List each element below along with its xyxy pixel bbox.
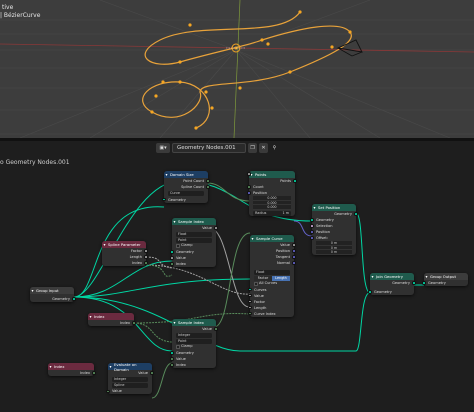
sample-curve-mode-toggle[interactable]: Factor Length: [254, 275, 290, 281]
socket-sample-2-index[interactable]: Index: [170, 362, 216, 368]
node-editor[interactable]: Domain Size Point Count Spline Count Cur…: [0, 141, 474, 412]
node-set-position-title: Set Position: [312, 204, 356, 211]
node-tree-name-field[interactable]: Geometry Nodes.001: [172, 142, 246, 153]
radius-field[interactable]: Radius 1 m: [247, 172, 291, 216]
sample-index-2-domain-dropdown[interactable]: Point: [176, 338, 212, 344]
node-evaluate-on-domain-title: Evaluate on Domain: [108, 362, 152, 372]
socket-position[interactable]: Position: [247, 190, 295, 196]
socket-offset[interactable]: Offset:: [310, 235, 356, 241]
socket-sample-index[interactable]: Index: [170, 261, 216, 267]
node-group-input[interactable]: Group Input Geometry: [30, 287, 76, 302]
socket-join-geometry-in[interactable]: Geometry: [368, 289, 414, 295]
node-group-output[interactable]: Group Output Geometry: [422, 273, 468, 286]
breadcrumb: o Geometry Nodes.001: [0, 159, 70, 166]
socket-curve-index[interactable]: Curve Index: [248, 311, 294, 317]
node-sample-index-2-title: Sample Index: [172, 319, 216, 326]
bezier-curve[interactable]: [142, 11, 352, 129]
domain-size-mode-dropdown[interactable]: Curve: [168, 190, 204, 196]
mode-factor-button[interactable]: Factor: [254, 275, 272, 281]
node-join-geometry-title: Join Geometry: [370, 273, 414, 280]
sample-index-2-type-dropdown[interactable]: Integer: [176, 332, 212, 338]
sample-curve-type-dropdown[interactable]: Float: [254, 269, 290, 275]
socket-evaluate-value-out[interactable]: Value: [108, 370, 154, 376]
node-evaluate-on-domain[interactable]: Evaluate on Domain Value Integer Spline …: [106, 362, 154, 395]
3d-viewport[interactable]: tive | BézierCurve: [0, 0, 474, 138]
node-index-1-title: Index: [88, 313, 134, 320]
evaluate-type-dropdown[interactable]: Integer: [112, 376, 148, 382]
socket-evaluate-value-in[interactable]: Value: [106, 388, 152, 394]
z-axis-line: [233, 0, 241, 138]
node-index-1[interactable]: Index Index: [88, 313, 136, 326]
socket-sample-index-2-value-out[interactable]: Value: [172, 326, 218, 332]
offset-z-field[interactable]: 0 m: [316, 250, 352, 255]
mode-length-button[interactable]: Length: [272, 275, 290, 281]
socket-index-1-out[interactable]: Index: [88, 320, 136, 326]
node-domain-size-title: Domain Size: [164, 171, 208, 178]
viewport-object-label: | BézierCurve: [0, 12, 41, 19]
socket-normal[interactable]: Normal: [250, 260, 296, 266]
node-index-2-title: Index: [48, 363, 94, 370]
node-domain-size[interactable]: Domain Size Point Count Spline Count Cur…: [162, 171, 210, 203]
sample-index-domain-dropdown[interactable]: Point: [176, 237, 212, 243]
socket-join-geometry-out[interactable]: Geometry: [370, 280, 416, 286]
node-points-title: Points: [249, 171, 295, 178]
socket-geometry-in[interactable]: Geometry: [162, 197, 208, 203]
position-z-field[interactable]: 0.000: [253, 205, 291, 210]
node-sample-curve-title: Sample Curve: [250, 235, 294, 242]
close-icon[interactable]: ✕: [259, 142, 268, 153]
copy-icon[interactable]: ❐: [248, 142, 257, 153]
node-index-2[interactable]: Index Index: [48, 363, 96, 376]
viewport-scene[interactable]: [0, 0, 474, 138]
node-editor-icon[interactable]: ▣▾: [156, 142, 170, 153]
blender-window: tive | BézierCurve ▾ Domain Size Point C…: [0, 0, 474, 412]
socket-sample-index-value-out[interactable]: Value: [172, 225, 218, 231]
node-group-input-title: Group Input: [30, 287, 74, 294]
node-sample-index-title: Sample Index: [172, 218, 216, 225]
node-points[interactable]: Points Points Count Position 0.000 0.000…: [247, 171, 297, 217]
socket-spline-index[interactable]: Index: [102, 260, 148, 266]
node-join-geometry[interactable]: Join Geometry Geometry Geometry: [368, 273, 416, 295]
node-set-position[interactable]: Set Position Geometry Geometry Selection…: [310, 204, 358, 255]
node-spline-parameter-title: Spline Parameter: [102, 241, 146, 248]
node-sample-index-float[interactable]: Sample Index Value Float Point Clamp Geo…: [170, 218, 218, 267]
node-tree-selector: ▣▾ Geometry Nodes.001 ❐ ✕ ⚲: [156, 142, 279, 153]
socket-spline-count[interactable]: Spline Count: [164, 184, 210, 190]
viewport-mode-label: tive: [2, 4, 14, 11]
node-sample-index-integer[interactable]: Sample Index Value Integer Point Clamp G…: [170, 319, 218, 368]
socket-index-2-out[interactable]: Index: [48, 370, 96, 376]
node-group-output-title: Group Output: [424, 273, 468, 280]
socket-group-output-geometry[interactable]: Geometry: [422, 280, 468, 286]
pin-icon[interactable]: ⚲: [270, 143, 279, 153]
node-sample-curve[interactable]: Sample Curve Value Position Tangent Norm…: [248, 235, 296, 317]
node-spline-parameter[interactable]: Spline Parameter Factor Length Index: [102, 241, 148, 266]
evaluate-domain-dropdown[interactable]: Spline: [112, 382, 148, 388]
socket-group-input-geometry[interactable]: Geometry: [30, 296, 76, 302]
sample-index-type-dropdown[interactable]: Float: [176, 231, 212, 237]
